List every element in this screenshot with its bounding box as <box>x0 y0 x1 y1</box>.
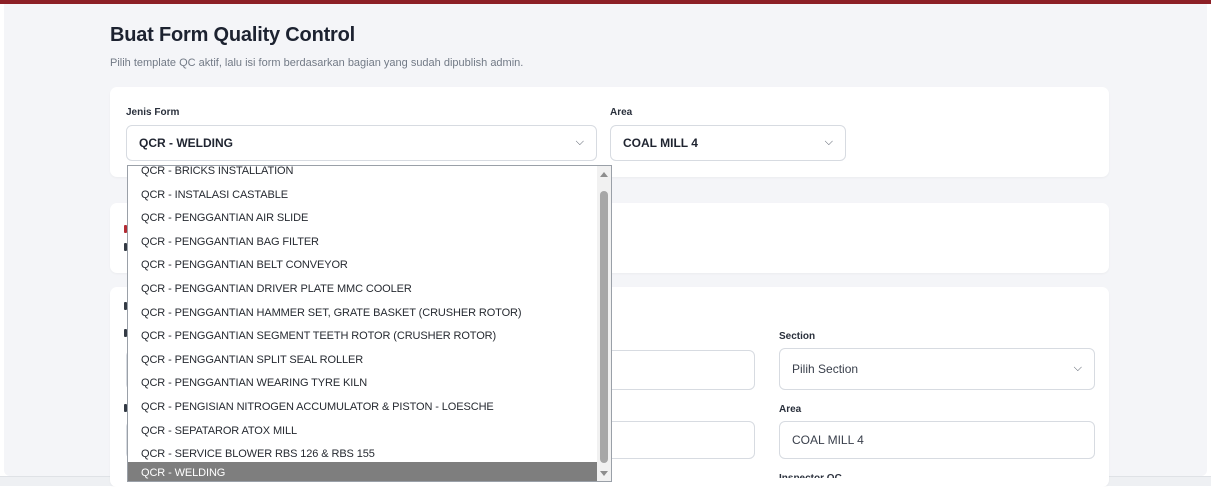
detail-area-field[interactable]: COAL MILL 4 <box>779 421 1095 459</box>
dropdown-option[interactable]: QCR - PENGGANTIAN BELT CONVEYOR <box>128 254 598 278</box>
dropdown-option[interactable]: QCR - INSTALASI CASTABLE <box>128 184 598 208</box>
dropdown-option-selected[interactable]: QCR - WELDING <box>128 462 598 481</box>
dropdown-option[interactable]: QCR - PENGGANTIAN AIR SLIDE <box>128 207 598 231</box>
jenis-form-value: QCR - WELDING <box>139 136 233 150</box>
detail-area-label: Area <box>779 404 802 415</box>
jenis-form-select[interactable]: QCR - WELDING ⌵ <box>126 125 597 161</box>
chevron-down-icon: ⌵ <box>575 135 584 148</box>
scroll-down-arrow-icon[interactable] <box>600 471 608 476</box>
area-value: COAL MILL 4 <box>623 136 698 150</box>
scrollbar-thumb[interactable] <box>600 191 608 463</box>
dropdown-option[interactable]: QCR - SEPATAROR ATOX MILL <box>128 420 598 444</box>
dropdown-option[interactable]: QCR - PENGGANTIAN DRIVER PLATE MMC COOLE… <box>128 278 598 302</box>
dropdown-option[interactable]: QCR - PENGGANTIAN SPLIT SEAL ROLLER <box>128 349 598 373</box>
page-subtitle: Pilih template QC aktif, lalu isi form b… <box>110 57 524 69</box>
chevron-down-icon: ⌵ <box>824 135 833 148</box>
area-label: Area <box>610 107 633 118</box>
inspector-qc-label: Inspector QC <box>779 472 842 478</box>
dropdown-scrollbar[interactable] <box>597 166 611 481</box>
area-select[interactable]: COAL MILL 4 ⌵ <box>610 125 846 161</box>
dropdown-option[interactable]: QCR - PENGGANTIAN WEARING TYRE KILN <box>128 372 598 396</box>
page-title: Buat Form Quality Control <box>110 24 356 46</box>
chevron-down-icon: ⌵ <box>1073 361 1082 374</box>
scroll-up-arrow-icon[interactable] <box>600 172 608 177</box>
section-select[interactable]: Pilih Section ⌵ <box>779 348 1095 390</box>
dropdown-option[interactable]: QCR - PENGGANTIAN BAG FILTER <box>128 231 598 255</box>
section-placeholder: Pilih Section <box>792 362 859 376</box>
jenis-form-dropdown-list[interactable]: QCR - BRICKS INSTALLATION QCR - INSTALAS… <box>127 165 612 482</box>
dropdown-option[interactable]: QCR - PENGISIAN NITROGEN ACCUMULATOR & P… <box>128 396 598 420</box>
dropdown-option[interactable]: QCR - PENGGANTIAN SEGMENT TEETH ROTOR (C… <box>128 325 598 349</box>
section-label: Section <box>779 331 816 342</box>
dropdown-option[interactable]: QCR - BRICKS INSTALLATION <box>128 166 598 184</box>
dropdown-option[interactable]: QCR - PENGGANTIAN HAMMER SET, GRATE BASK… <box>128 302 598 326</box>
jenis-form-label: Jenis Form <box>126 107 180 118</box>
